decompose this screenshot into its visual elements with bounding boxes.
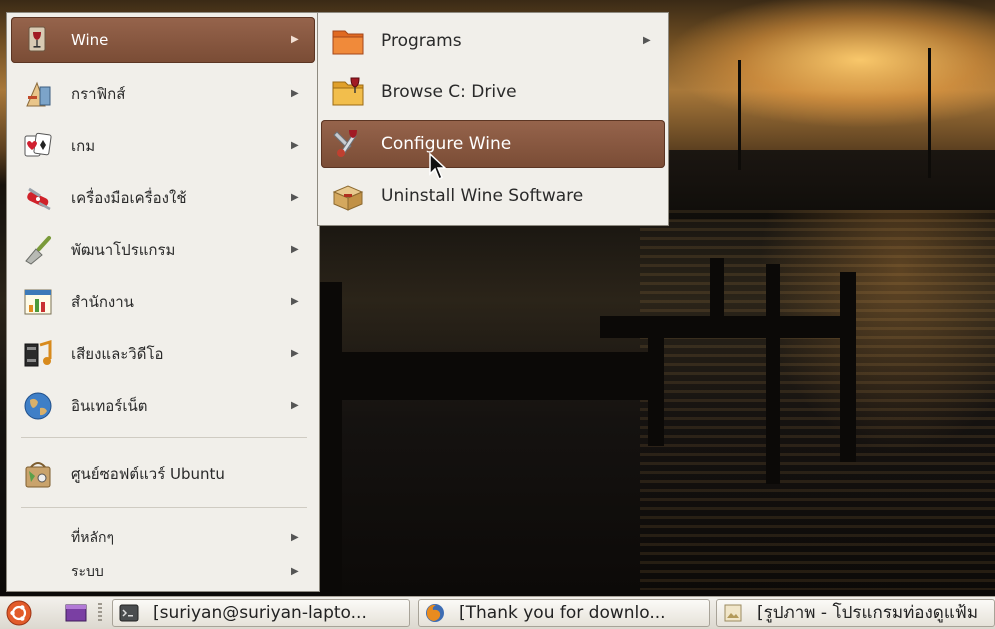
submenu-item-configure-wine[interactable]: Configure Wine xyxy=(321,120,665,168)
menu-item-multimedia[interactable]: เสียงและวิดีโอ ▶ xyxy=(11,331,315,377)
taskbar-button-label: [suriyan@suriyan-lapto... xyxy=(153,603,367,623)
firefox-icon xyxy=(426,604,444,622)
menu-item-label: สำนักงาน xyxy=(71,293,134,311)
menu-item-graphics[interactable]: กราฟิกส์ ▶ xyxy=(11,71,315,117)
trowel-icon xyxy=(25,236,51,265)
menu-item-software-center[interactable]: ศูนย์ซอฟต์แวร์ Ubuntu xyxy=(11,451,315,497)
multimedia-icon xyxy=(24,339,52,367)
menu-item-label: เกม xyxy=(71,137,96,155)
menu-item-system[interactable]: ระบบ ▶ xyxy=(11,555,315,589)
submenu-item-label: Uninstall Wine Software xyxy=(381,186,584,206)
taskbar-button-firefox[interactable]: [Thank you for downlo... xyxy=(418,599,710,627)
taskbar-button-label: [Thank you for downlo... xyxy=(459,603,666,623)
menu-separator xyxy=(21,437,307,438)
menu-item-label: Wine xyxy=(71,31,109,49)
wine-glass-icon xyxy=(28,26,46,52)
bottom-panel: [suriyan@suriyan-lapto... [Thank you for… xyxy=(0,596,995,629)
submenu-arrow-icon: ▶ xyxy=(291,244,299,255)
submenu-arrow-icon: ▶ xyxy=(291,348,299,359)
boat-mast xyxy=(928,48,931,178)
menu-item-label: เสียงและวิดีโอ xyxy=(71,345,164,363)
menu-separator xyxy=(21,507,307,508)
menu-item-label: เครื่องมือเครื่องใช้ xyxy=(71,189,187,207)
menu-item-label: กราฟิกส์ xyxy=(71,85,126,103)
package-icon xyxy=(332,185,364,211)
folder-icon xyxy=(332,30,364,55)
pier-walkway xyxy=(320,352,650,400)
menu-item-label: ที่หลักๆ xyxy=(71,530,115,546)
submenu-arrow-icon: ▶ xyxy=(291,566,299,577)
swiss-knife-icon xyxy=(27,187,51,211)
menu-item-places[interactable]: ที่หลักๆ ▶ xyxy=(11,521,315,555)
submenu-item-label: Programs xyxy=(381,31,462,51)
ubuntu-logo-icon[interactable] xyxy=(6,600,32,626)
menu-item-office[interactable]: สำนักงาน ▶ xyxy=(11,279,315,325)
pier-post xyxy=(710,258,724,338)
menu-item-games[interactable]: เกม ▶ xyxy=(11,123,315,169)
taskbar-button-label: [รูปภาพ - โปรแกรมท่องดูแฟ้ม xyxy=(757,603,979,623)
submenu-arrow-icon: ▶ xyxy=(291,532,299,543)
submenu-arrow-icon: ▶ xyxy=(291,88,299,99)
office-chart-icon xyxy=(24,289,52,315)
globe-icon xyxy=(24,392,52,420)
submenu-arrow-icon: ▶ xyxy=(291,34,299,45)
boat-mast xyxy=(738,60,741,170)
pier-deck xyxy=(600,316,855,338)
submenu-arrow-icon: ▶ xyxy=(291,400,299,411)
taskbar-button-image-viewer[interactable]: [รูปภาพ - โปรแกรมท่องดูแฟ้ม xyxy=(716,599,995,627)
submenu-item-programs[interactable]: Programs ▶ xyxy=(321,17,665,65)
terminal-icon xyxy=(119,604,139,622)
menu-item-wine[interactable]: Wine ▶ xyxy=(11,17,315,63)
image-viewer-icon xyxy=(724,604,742,622)
menu-item-label: ศูนย์ซอฟต์แวร์ Ubuntu xyxy=(71,465,225,483)
submenu-item-uninstall-wine-software[interactable]: Uninstall Wine Software xyxy=(321,172,665,220)
show-desktop-icon[interactable] xyxy=(64,600,88,626)
menu-item-internet[interactable]: อินเทอร์เน็ต ▶ xyxy=(11,383,315,429)
wine-config-icon xyxy=(333,130,357,157)
submenu-arrow-icon: ▶ xyxy=(291,140,299,151)
submenu-arrow-icon: ▶ xyxy=(291,296,299,307)
menu-item-label: พัฒนาโปรแกรม xyxy=(71,241,176,259)
cards-icon xyxy=(24,132,52,157)
mouse-pointer-icon xyxy=(429,152,447,181)
wine-folder-icon xyxy=(332,77,364,106)
panel-handle[interactable] xyxy=(98,603,102,623)
applications-menu: Wine ▶ กราฟิกส์ ▶ เกม ▶ เครื่องมือเครื่อ… xyxy=(6,12,320,592)
graphics-icon xyxy=(26,81,51,107)
menu-item-label: ระบบ xyxy=(71,564,104,580)
submenu-item-browse-c-drive[interactable]: Browse C: Drive xyxy=(321,68,665,116)
wine-submenu: Programs ▶ Browse C: Drive Configure Win… xyxy=(317,12,669,226)
menu-item-label: อินเทอร์เน็ต xyxy=(71,397,148,415)
pier-post xyxy=(840,272,856,462)
menu-item-programming[interactable]: พัฒนาโปรแกรม ▶ xyxy=(11,227,315,273)
pier-post xyxy=(766,264,780,484)
submenu-item-label: Browse C: Drive xyxy=(381,82,517,102)
pier-post xyxy=(320,282,342,596)
software-center-icon xyxy=(25,462,51,488)
submenu-arrow-icon: ▶ xyxy=(643,35,651,46)
pier-post xyxy=(648,336,664,446)
water-reflection xyxy=(640,210,995,590)
taskbar-button-terminal[interactable]: [suriyan@suriyan-lapto... xyxy=(112,599,410,627)
menu-item-accessories[interactable]: เครื่องมือเครื่องใช้ ▶ xyxy=(11,175,315,221)
submenu-arrow-icon: ▶ xyxy=(291,192,299,203)
